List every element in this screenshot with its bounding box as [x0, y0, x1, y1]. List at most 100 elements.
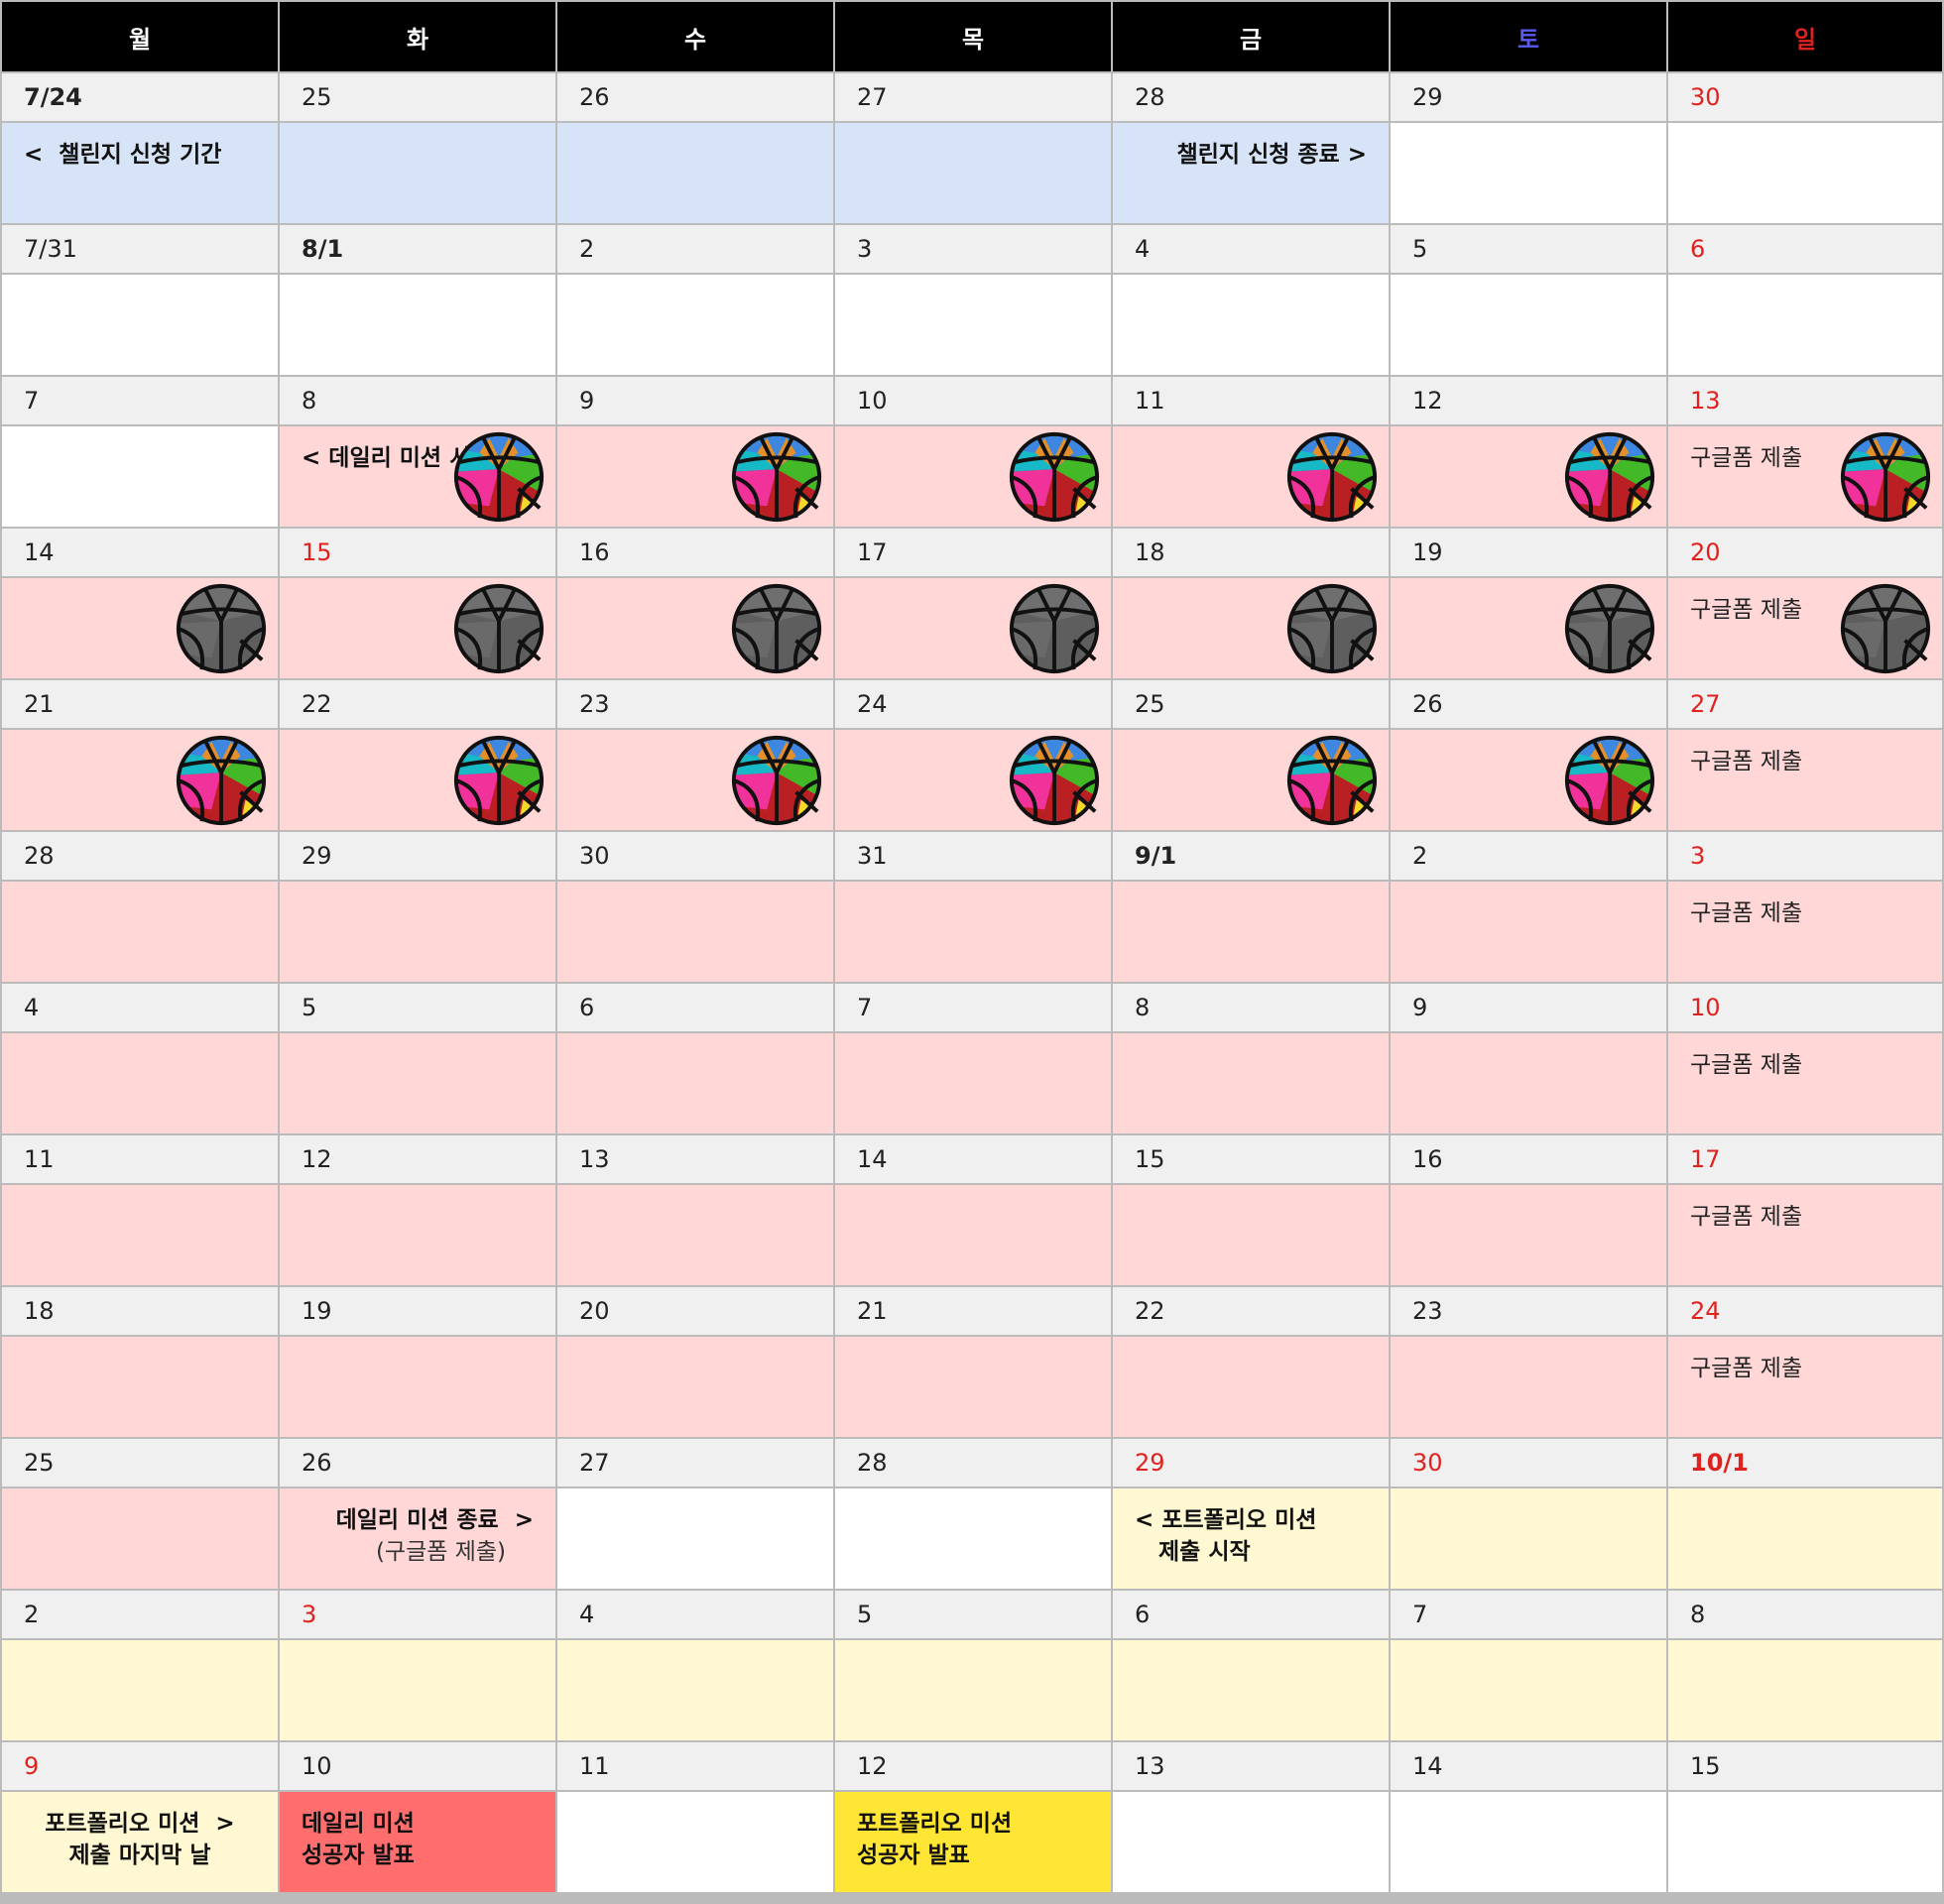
date-label: 7 [1391, 1591, 1666, 1638]
date-label: 2 [2, 1591, 278, 1638]
basketball-icon [1283, 428, 1381, 526]
event-cell [835, 1337, 1111, 1437]
event-cell [1113, 426, 1389, 527]
event-cell [835, 1185, 1111, 1285]
event-cell [557, 275, 833, 375]
event-cell: 데일리 미션 성공자 발표 [280, 1792, 555, 1892]
date-label: 4 [557, 1591, 833, 1638]
basketball-icon [1837, 428, 1934, 526]
date-label: 9 [2, 1742, 278, 1790]
event-cell [2, 1033, 278, 1133]
weekday-header: 수 [557, 2, 833, 71]
date-label: 26 [557, 73, 833, 121]
event-text: 성공자 발표 [302, 1843, 415, 1868]
date-label: 16 [1391, 1135, 1666, 1183]
event-cell: 구글폼 제출 [1668, 578, 1942, 678]
event-cell [1391, 1337, 1666, 1437]
date-label: 3 [280, 1591, 555, 1638]
event-cell: 구글폼 제출 [1668, 426, 1942, 527]
event-cell [835, 730, 1111, 830]
event-text: 포트폴리오 미션 [857, 1811, 1013, 1837]
date-label: 25 [2, 1439, 278, 1487]
date-label: 13 [557, 1135, 833, 1183]
event-cell [557, 1792, 833, 1892]
event-subtext: (구글폼 제출) [375, 1539, 506, 1565]
event-cell [557, 426, 833, 527]
event-cell [280, 123, 555, 223]
event-cell [1391, 730, 1666, 830]
event-cell [1391, 426, 1666, 527]
basketball-icon [1561, 428, 1658, 526]
event-cell [557, 1488, 833, 1589]
event-cell [1391, 123, 1666, 223]
event-cell [280, 730, 555, 830]
date-label: 15 [280, 529, 555, 576]
date-label: 2 [1391, 832, 1666, 880]
event-text: < 데일리 미션 시 [302, 445, 471, 471]
basketball-icon [1006, 428, 1103, 526]
date-label: 9/1 [1113, 832, 1389, 880]
event-cell [1668, 275, 1942, 375]
date-label: 12 [1391, 377, 1666, 424]
google-form-text: 구글폼 제출 [1690, 1204, 1803, 1230]
date-label: 14 [835, 1135, 1111, 1183]
date-label: 6 [557, 984, 833, 1031]
event-cell [1113, 1792, 1389, 1892]
event-cell [1113, 1033, 1389, 1133]
google-form-text: 구글폼 제출 [1690, 749, 1803, 774]
weekday-header: 금 [1113, 2, 1389, 71]
date-label: 29 [280, 832, 555, 880]
date-label: 13 [1668, 377, 1942, 424]
date-label: 5 [1391, 225, 1666, 273]
event-cell: < 챌린지 신청 기간 [2, 123, 278, 223]
basketball-gray-icon [1006, 580, 1103, 677]
event-cell [280, 1640, 555, 1740]
date-label: 27 [1668, 680, 1942, 728]
date-label: 18 [2, 1287, 278, 1335]
event-cell [280, 275, 555, 375]
date-label: 7/31 [2, 225, 278, 273]
date-label: 8 [1113, 984, 1389, 1031]
date-label: 28 [1113, 73, 1389, 121]
date-label: 3 [835, 225, 1111, 273]
basketball-icon [1283, 732, 1381, 829]
date-label: 6 [1113, 1591, 1389, 1638]
date-label: 24 [835, 680, 1111, 728]
date-label: 12 [835, 1742, 1111, 1790]
event-cell [557, 730, 833, 830]
event-cell: 포트폴리오 미션 성공자 발표 [835, 1792, 1111, 1892]
event-text: 제출 시작 [1135, 1539, 1251, 1565]
date-label: 2 [557, 225, 833, 273]
date-label: 24 [1668, 1287, 1942, 1335]
date-label: 10 [280, 1742, 555, 1790]
weekday-header: 월 [2, 2, 278, 71]
event-cell [557, 1640, 833, 1740]
event-cell [2, 1488, 278, 1589]
event-cell [1391, 1488, 1666, 1589]
event-cell [2, 426, 278, 527]
event-cell [1113, 578, 1389, 678]
date-label: 27 [557, 1439, 833, 1487]
date-label: 22 [1113, 1287, 1389, 1335]
date-label: 11 [1113, 377, 1389, 424]
event-cell [835, 426, 1111, 527]
event-cell [1113, 275, 1389, 375]
event-cell: < 포트폴리오 미션 제출 시작 [1113, 1488, 1389, 1589]
event-cell [2, 1185, 278, 1285]
event-text: 데일리 미션 종료 > [335, 1507, 534, 1533]
basketball-gray-icon [1837, 580, 1934, 677]
event-cell [1668, 1640, 1942, 1740]
date-label: 26 [280, 1439, 555, 1487]
basketball-gray-icon [173, 580, 270, 677]
event-cell: 데일리 미션 종료 > (구글폼 제출) [280, 1488, 555, 1589]
date-label: 30 [557, 832, 833, 880]
event-text: 제출 마지막 날 [68, 1843, 211, 1868]
event-cell: 챌린지 신청 종료 > [1113, 123, 1389, 223]
google-form-text: 구글폼 제출 [1690, 445, 1803, 471]
date-label: 4 [1113, 225, 1389, 273]
basketball-gray-icon [1561, 580, 1658, 677]
event-cell [557, 1185, 833, 1285]
date-label: 14 [1391, 1742, 1666, 1790]
event-cell [1391, 1185, 1666, 1285]
date-label: 25 [280, 73, 555, 121]
